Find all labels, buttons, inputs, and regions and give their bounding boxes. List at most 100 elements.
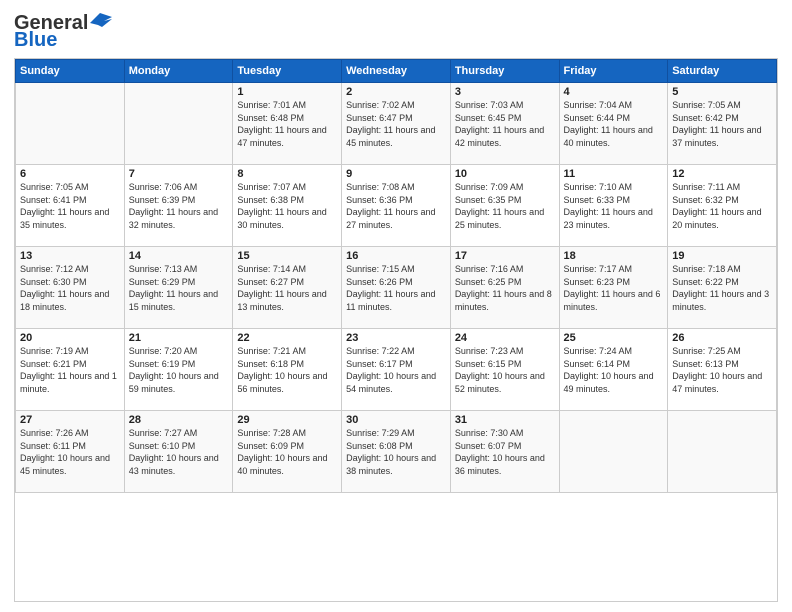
calendar-cell: 16Sunrise: 7:15 AM Sunset: 6:26 PM Dayli… xyxy=(342,247,451,329)
day-info: Sunrise: 7:06 AM Sunset: 6:39 PM Dayligh… xyxy=(129,181,229,231)
calendar-cell: 31Sunrise: 7:30 AM Sunset: 6:07 PM Dayli… xyxy=(450,411,559,493)
day-number: 29 xyxy=(237,414,337,426)
day-info: Sunrise: 7:13 AM Sunset: 6:29 PM Dayligh… xyxy=(129,263,229,313)
logo-bird-icon xyxy=(90,13,112,31)
calendar-cell: 29Sunrise: 7:28 AM Sunset: 6:09 PM Dayli… xyxy=(233,411,342,493)
calendar-cell: 24Sunrise: 7:23 AM Sunset: 6:15 PM Dayli… xyxy=(450,329,559,411)
day-number: 5 xyxy=(672,86,772,98)
calendar-table: SundayMondayTuesdayWednesdayThursdayFrid… xyxy=(15,59,777,493)
weekday-header-saturday: Saturday xyxy=(668,60,777,83)
day-info: Sunrise: 7:30 AM Sunset: 6:07 PM Dayligh… xyxy=(455,427,555,477)
weekday-header-monday: Monday xyxy=(124,60,233,83)
day-number: 24 xyxy=(455,332,555,344)
day-info: Sunrise: 7:27 AM Sunset: 6:10 PM Dayligh… xyxy=(129,427,229,477)
week-row-0: 1Sunrise: 7:01 AM Sunset: 6:48 PM Daylig… xyxy=(16,83,777,165)
calendar-cell: 20Sunrise: 7:19 AM Sunset: 6:21 PM Dayli… xyxy=(16,329,125,411)
day-number: 17 xyxy=(455,250,555,262)
day-number: 20 xyxy=(20,332,120,344)
day-info: Sunrise: 7:11 AM Sunset: 6:32 PM Dayligh… xyxy=(672,181,772,231)
weekday-header-thursday: Thursday xyxy=(450,60,559,83)
calendar-cell: 21Sunrise: 7:20 AM Sunset: 6:19 PM Dayli… xyxy=(124,329,233,411)
calendar-cell xyxy=(559,411,668,493)
day-info: Sunrise: 7:10 AM Sunset: 6:33 PM Dayligh… xyxy=(564,181,664,231)
calendar-cell: 9Sunrise: 7:08 AM Sunset: 6:36 PM Daylig… xyxy=(342,165,451,247)
week-row-2: 13Sunrise: 7:12 AM Sunset: 6:30 PM Dayli… xyxy=(16,247,777,329)
day-number: 30 xyxy=(346,414,446,426)
day-number: 27 xyxy=(20,414,120,426)
day-info: Sunrise: 7:05 AM Sunset: 6:41 PM Dayligh… xyxy=(20,181,120,231)
day-info: Sunrise: 7:02 AM Sunset: 6:47 PM Dayligh… xyxy=(346,99,446,149)
day-info: Sunrise: 7:26 AM Sunset: 6:11 PM Dayligh… xyxy=(20,427,120,477)
calendar-cell: 25Sunrise: 7:24 AM Sunset: 6:14 PM Dayli… xyxy=(559,329,668,411)
day-number: 25 xyxy=(564,332,664,344)
day-number: 18 xyxy=(564,250,664,262)
calendar-cell: 5Sunrise: 7:05 AM Sunset: 6:42 PM Daylig… xyxy=(668,83,777,165)
calendar-cell: 26Sunrise: 7:25 AM Sunset: 6:13 PM Dayli… xyxy=(668,329,777,411)
calendar-cell: 13Sunrise: 7:12 AM Sunset: 6:30 PM Dayli… xyxy=(16,247,125,329)
day-info: Sunrise: 7:07 AM Sunset: 6:38 PM Dayligh… xyxy=(237,181,337,231)
calendar-cell: 6Sunrise: 7:05 AM Sunset: 6:41 PM Daylig… xyxy=(16,165,125,247)
page: General Blue SundayMondayTuesdayWednesda… xyxy=(0,0,792,612)
calendar-cell: 18Sunrise: 7:17 AM Sunset: 6:23 PM Dayli… xyxy=(559,247,668,329)
day-number: 3 xyxy=(455,86,555,98)
day-number: 19 xyxy=(672,250,772,262)
day-number: 1 xyxy=(237,86,337,98)
day-info: Sunrise: 7:08 AM Sunset: 6:36 PM Dayligh… xyxy=(346,181,446,231)
day-info: Sunrise: 7:01 AM Sunset: 6:48 PM Dayligh… xyxy=(237,99,337,149)
day-number: 9 xyxy=(346,168,446,180)
calendar-cell: 12Sunrise: 7:11 AM Sunset: 6:32 PM Dayli… xyxy=(668,165,777,247)
day-number: 12 xyxy=(672,168,772,180)
day-info: Sunrise: 7:19 AM Sunset: 6:21 PM Dayligh… xyxy=(20,345,120,395)
calendar-cell: 4Sunrise: 7:04 AM Sunset: 6:44 PM Daylig… xyxy=(559,83,668,165)
day-number: 31 xyxy=(455,414,555,426)
weekday-header-tuesday: Tuesday xyxy=(233,60,342,83)
day-number: 7 xyxy=(129,168,229,180)
logo: General Blue xyxy=(14,12,112,52)
day-number: 16 xyxy=(346,250,446,262)
day-number: 11 xyxy=(564,168,664,180)
calendar-cell: 14Sunrise: 7:13 AM Sunset: 6:29 PM Dayli… xyxy=(124,247,233,329)
header: General Blue xyxy=(14,12,778,52)
calendar-body: 1Sunrise: 7:01 AM Sunset: 6:48 PM Daylig… xyxy=(16,83,777,493)
calendar-cell: 1Sunrise: 7:01 AM Sunset: 6:48 PM Daylig… xyxy=(233,83,342,165)
week-row-3: 20Sunrise: 7:19 AM Sunset: 6:21 PM Dayli… xyxy=(16,329,777,411)
calendar-cell: 15Sunrise: 7:14 AM Sunset: 6:27 PM Dayli… xyxy=(233,247,342,329)
weekday-header-sunday: Sunday xyxy=(16,60,125,83)
day-number: 22 xyxy=(237,332,337,344)
day-number: 26 xyxy=(672,332,772,344)
calendar-cell: 2Sunrise: 7:02 AM Sunset: 6:47 PM Daylig… xyxy=(342,83,451,165)
calendar-cell: 11Sunrise: 7:10 AM Sunset: 6:33 PM Dayli… xyxy=(559,165,668,247)
calendar-cell: 19Sunrise: 7:18 AM Sunset: 6:22 PM Dayli… xyxy=(668,247,777,329)
day-number: 14 xyxy=(129,250,229,262)
day-info: Sunrise: 7:25 AM Sunset: 6:13 PM Dayligh… xyxy=(672,345,772,395)
calendar-cell: 27Sunrise: 7:26 AM Sunset: 6:11 PM Dayli… xyxy=(16,411,125,493)
day-info: Sunrise: 7:09 AM Sunset: 6:35 PM Dayligh… xyxy=(455,181,555,231)
calendar: SundayMondayTuesdayWednesdayThursdayFrid… xyxy=(14,58,778,602)
day-info: Sunrise: 7:29 AM Sunset: 6:08 PM Dayligh… xyxy=(346,427,446,477)
week-row-4: 27Sunrise: 7:26 AM Sunset: 6:11 PM Dayli… xyxy=(16,411,777,493)
weekday-header-friday: Friday xyxy=(559,60,668,83)
calendar-cell xyxy=(668,411,777,493)
day-number: 23 xyxy=(346,332,446,344)
day-number: 10 xyxy=(455,168,555,180)
day-info: Sunrise: 7:12 AM Sunset: 6:30 PM Dayligh… xyxy=(20,263,120,313)
day-number: 6 xyxy=(20,168,120,180)
day-info: Sunrise: 7:18 AM Sunset: 6:22 PM Dayligh… xyxy=(672,263,772,313)
weekday-header-wednesday: Wednesday xyxy=(342,60,451,83)
calendar-cell: 7Sunrise: 7:06 AM Sunset: 6:39 PM Daylig… xyxy=(124,165,233,247)
day-info: Sunrise: 7:16 AM Sunset: 6:25 PM Dayligh… xyxy=(455,263,555,313)
calendar-cell xyxy=(16,83,125,165)
calendar-cell: 23Sunrise: 7:22 AM Sunset: 6:17 PM Dayli… xyxy=(342,329,451,411)
day-number: 15 xyxy=(237,250,337,262)
calendar-cell: 8Sunrise: 7:07 AM Sunset: 6:38 PM Daylig… xyxy=(233,165,342,247)
calendar-cell: 17Sunrise: 7:16 AM Sunset: 6:25 PM Dayli… xyxy=(450,247,559,329)
logo-blue-text: Blue xyxy=(14,29,57,52)
day-number: 28 xyxy=(129,414,229,426)
day-info: Sunrise: 7:23 AM Sunset: 6:15 PM Dayligh… xyxy=(455,345,555,395)
week-row-1: 6Sunrise: 7:05 AM Sunset: 6:41 PM Daylig… xyxy=(16,165,777,247)
day-info: Sunrise: 7:05 AM Sunset: 6:42 PM Dayligh… xyxy=(672,99,772,149)
day-info: Sunrise: 7:20 AM Sunset: 6:19 PM Dayligh… xyxy=(129,345,229,395)
calendar-cell: 3Sunrise: 7:03 AM Sunset: 6:45 PM Daylig… xyxy=(450,83,559,165)
day-number: 21 xyxy=(129,332,229,344)
day-number: 4 xyxy=(564,86,664,98)
